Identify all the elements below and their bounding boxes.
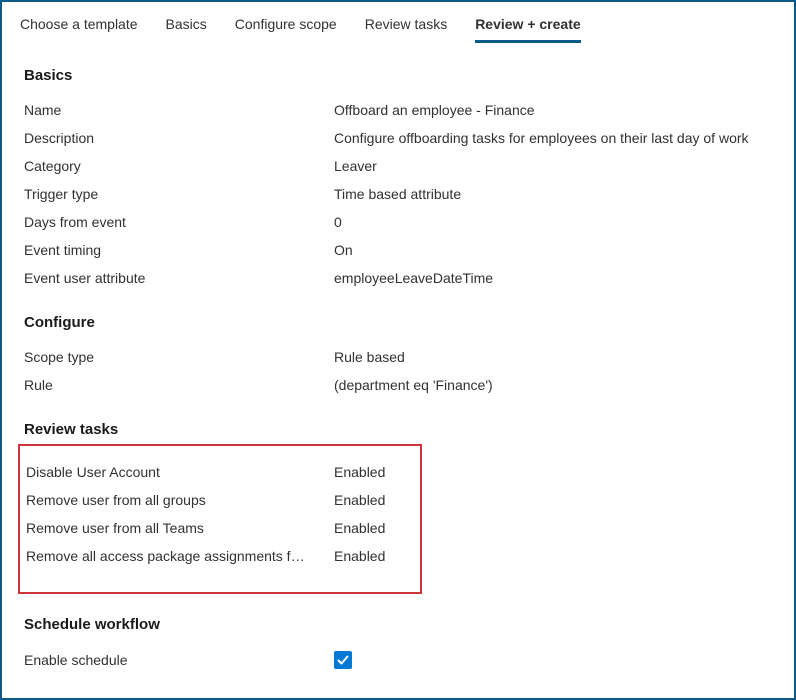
checkmark-icon [337,654,349,666]
label-event-user-attribute: Event user attribute [24,270,334,286]
row-event-timing: Event timing On [24,236,772,264]
value-name: Offboard an employee - Finance [334,102,772,118]
task-value: Enabled [334,548,414,564]
task-value: Enabled [334,464,414,480]
tab-basics[interactable]: Basics [166,12,207,43]
label-rule: Rule [24,377,334,393]
task-label: Disable User Account [26,464,334,480]
main-content: Basics Name Offboard an employee - Finan… [2,43,794,695]
label-category: Category [24,158,334,174]
task-label: Remove user from all Teams [26,520,334,536]
task-label: Remove user from all groups [26,492,334,508]
value-description: Configure offboarding tasks for employee… [334,130,772,146]
task-row: Remove user from all groups Enabled [26,486,414,514]
tab-bar: Choose a template Basics Configure scope… [2,2,794,43]
checkbox-enable-schedule[interactable] [334,651,352,669]
task-value: Enabled [334,520,414,536]
value-scope-type: Rule based [334,349,772,365]
label-trigger-type: Trigger type [24,186,334,202]
review-tasks-highlight-box: Disable User Account Enabled Remove user… [18,444,422,594]
task-row: Disable User Account Enabled [26,458,414,486]
row-category: Category Leaver [24,152,772,180]
tab-choose-template[interactable]: Choose a template [20,12,138,43]
row-event-user-attribute: Event user attribute employeeLeaveDateTi… [24,264,772,292]
value-days-from-event: 0 [334,214,772,230]
task-value: Enabled [334,492,414,508]
value-rule: (department eq 'Finance') [334,377,772,393]
value-category: Leaver [334,158,772,174]
section-title-basics: Basics [24,67,772,84]
section-title-schedule-workflow: Schedule workflow [24,616,772,633]
tab-configure-scope[interactable]: Configure scope [235,12,337,43]
label-scope-type: Scope type [24,349,334,365]
task-row: Remove all access package assignments fo… [26,542,414,570]
task-row: Remove user from all Teams Enabled [26,514,414,542]
row-scope-type: Scope type Rule based [24,343,772,371]
value-trigger-type: Time based attribute [334,186,772,202]
label-name: Name [24,102,334,118]
value-event-timing: On [334,242,772,258]
row-name: Name Offboard an employee - Finance [24,96,772,124]
label-days-from-event: Days from event [24,214,334,230]
row-days-from-event: Days from event 0 [24,208,772,236]
section-title-review-tasks: Review tasks [24,421,772,438]
label-description: Description [24,130,334,146]
task-label: Remove all access package assignments fo… [26,548,334,564]
row-trigger-type: Trigger type Time based attribute [24,180,772,208]
tab-review-create[interactable]: Review + create [475,12,580,43]
tab-review-tasks[interactable]: Review tasks [365,12,447,43]
section-title-configure: Configure [24,314,772,331]
row-enable-schedule: Enable schedule [24,645,772,675]
value-event-user-attribute: employeeLeaveDateTime [334,270,772,286]
row-rule: Rule (department eq 'Finance') [24,371,772,399]
label-enable-schedule: Enable schedule [24,652,334,668]
label-event-timing: Event timing [24,242,334,258]
row-description: Description Configure offboarding tasks … [24,124,772,152]
